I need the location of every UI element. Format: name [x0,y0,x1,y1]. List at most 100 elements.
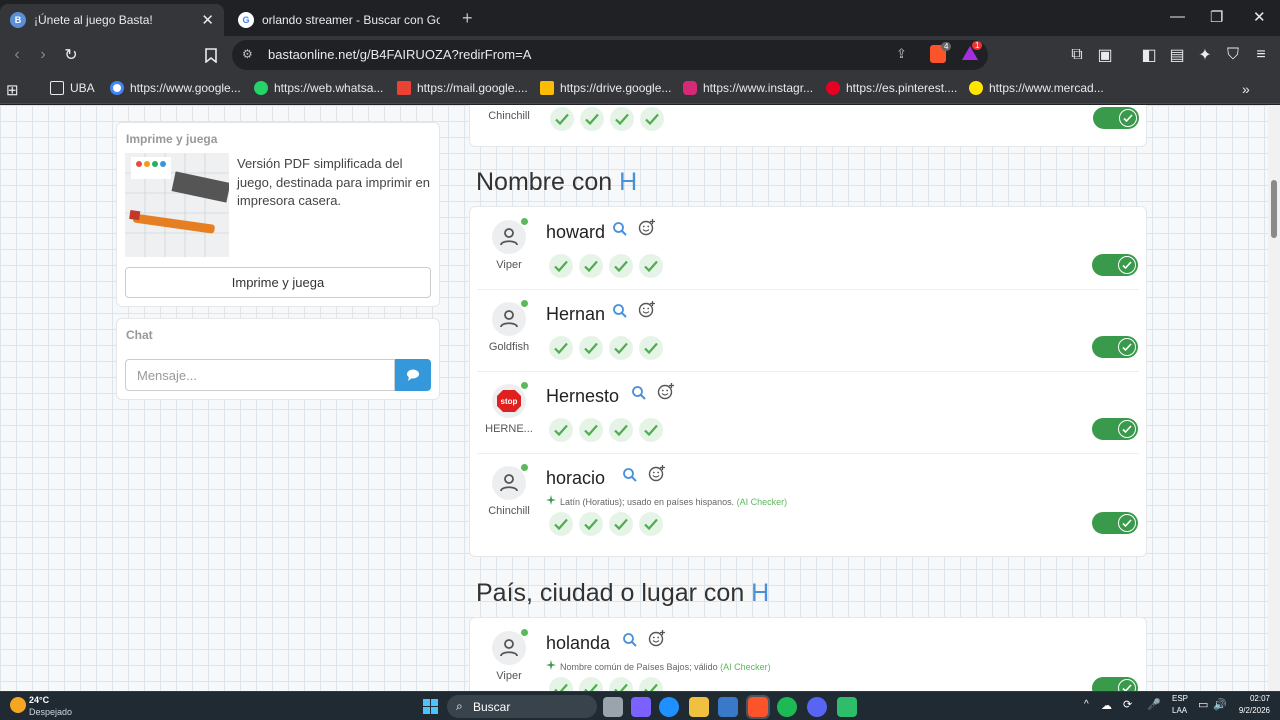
minimize-icon[interactable]: — [1170,8,1185,25]
onedrive-icon[interactable]: ☁ [1101,699,1112,712]
mail-icon[interactable] [718,697,738,717]
bookmark-instagram[interactable]: https://www.instagr... [683,81,813,95]
check-icon[interactable] [549,512,573,536]
bookmark-mercadolibre[interactable]: https://www.mercad... [969,81,1104,95]
check-icon[interactable] [549,418,573,442]
microphone-icon[interactable]: 🎤 [1147,698,1161,711]
valid-toggle[interactable] [1092,418,1138,440]
bookmark-uba[interactable]: UBA [50,81,95,95]
valid-toggle[interactable] [1092,254,1138,276]
add-reaction-icon[interactable] [638,218,656,236]
check-icon[interactable] [579,254,603,278]
close-tab-icon[interactable]: ✕ [201,11,214,29]
bookmark-icon[interactable] [200,44,222,66]
leo-ai-icon[interactable]: ✦ [1194,44,1216,66]
page-scrollbar[interactable] [1268,105,1280,691]
address-bar[interactable]: ⚙ bastaonline.net/g/B4FAIRUOZA?redirFrom… [232,40,988,70]
sync-icon[interactable]: ⟳ [1123,698,1132,711]
app-icon[interactable] [837,697,857,717]
valid-toggle[interactable] [1093,107,1139,129]
magnifier-icon[interactable] [612,221,628,237]
add-reaction-icon[interactable] [648,629,666,647]
volume-icon[interactable]: 🔊 [1213,698,1227,711]
task-view-icon[interactable] [603,697,623,717]
close-window-icon[interactable]: ✕ [1253,8,1266,26]
bookmark-google[interactable]: https://www.google... [110,81,241,95]
check-icon[interactable] [639,254,663,278]
spotify-icon[interactable] [777,697,797,717]
reload-icon[interactable]: ↻ [60,44,82,66]
bookmark-pinterest[interactable]: https://es.pinterest.... [826,81,957,95]
menu-icon[interactable]: ≡ [1250,44,1272,66]
add-reaction-icon[interactable] [657,382,675,400]
file-explorer-icon[interactable] [689,697,709,717]
language-indicator[interactable]: ESP [1172,694,1188,703]
discord-icon[interactable] [807,697,827,717]
bookmark-whatsapp[interactable]: https://web.whatsa... [254,81,383,95]
sparkle-icon [546,495,556,507]
chat-send-button[interactable] [395,359,431,391]
network-icon[interactable]: ▭ [1198,698,1208,711]
check-icon[interactable] [579,336,603,360]
clock-date[interactable]: 9/2/2026 [1226,706,1270,715]
check-icon[interactable] [639,418,663,442]
print-and-play-button[interactable]: Imprime y juega [125,267,431,298]
vpn-icon[interactable]: ⛉ [1222,44,1244,66]
reader-icon[interactable]: ▣ [1094,44,1116,66]
brave-taskbar-icon[interactable] [746,695,770,719]
add-reaction-icon[interactable] [638,300,656,318]
tray-overflow-icon[interactable]: ^ [1084,699,1089,710]
check-icon[interactable] [640,107,664,131]
chat-message-input[interactable] [125,359,395,391]
bookmark-gmail[interactable]: https://mail.google.... [397,81,528,95]
windows-start-icon[interactable] [423,699,438,714]
back-icon[interactable]: ‹ [6,44,28,66]
check-icon[interactable] [580,107,604,131]
check-icon[interactable] [609,418,633,442]
valid-toggle[interactable] [1092,677,1138,691]
magnifier-icon[interactable] [622,632,638,648]
check-icon[interactable] [549,254,573,278]
clock-time[interactable]: 02:07 [1234,694,1270,703]
share-icon[interactable]: ⇪ [896,46,907,62]
extensions-icon[interactable]: ⧉ [1066,44,1088,66]
check-icon[interactable] [549,677,573,691]
check-icon[interactable] [609,254,633,278]
bookmark-drive[interactable]: https://drive.google... [540,81,671,95]
more-bookmarks-icon[interactable]: » [1242,81,1250,97]
add-reaction-icon[interactable] [648,464,666,482]
magnifier-icon[interactable] [622,467,638,483]
tab-basta[interactable]: B ¡Únete al juego Basta! ✕ [0,4,224,36]
check-icon[interactable] [579,677,603,691]
check-icon[interactable] [609,336,633,360]
valid-toggle[interactable] [1092,512,1138,534]
check-icon[interactable] [550,107,574,131]
magnifier-icon[interactable] [631,385,647,401]
copilot-icon[interactable] [631,697,651,717]
check-icon[interactable] [609,677,633,691]
wallet-icon[interactable]: ▤ [1166,44,1188,66]
apps-icon[interactable]: ⊞ [6,81,19,99]
edge-icon[interactable] [659,697,679,717]
vote-checks [549,677,663,691]
check-icon[interactable] [639,512,663,536]
check-icon[interactable] [639,336,663,360]
new-tab-icon[interactable]: + [462,8,473,29]
check-icon[interactable] [609,512,633,536]
tab-google[interactable]: G orlando streamer - Buscar con Google [228,4,450,36]
taskbar-search-box[interactable]: ⌕ Buscar [447,695,597,718]
maximize-icon[interactable]: ❐ [1210,8,1223,26]
magnifier-icon[interactable] [612,303,628,319]
check-icon[interactable] [549,336,573,360]
check-icon[interactable] [579,418,603,442]
check-icon[interactable] [579,512,603,536]
sidebar-toggle-icon[interactable]: ◧ [1138,44,1160,66]
site-settings-icon[interactable]: ⚙ [242,47,253,61]
online-dot [521,218,528,225]
valid-toggle[interactable] [1092,336,1138,358]
forward-icon[interactable]: › [32,44,54,66]
user-icon [500,228,518,246]
check-icon[interactable] [610,107,634,131]
scrollbar-thumb[interactable] [1271,180,1277,238]
check-icon[interactable] [639,677,663,691]
